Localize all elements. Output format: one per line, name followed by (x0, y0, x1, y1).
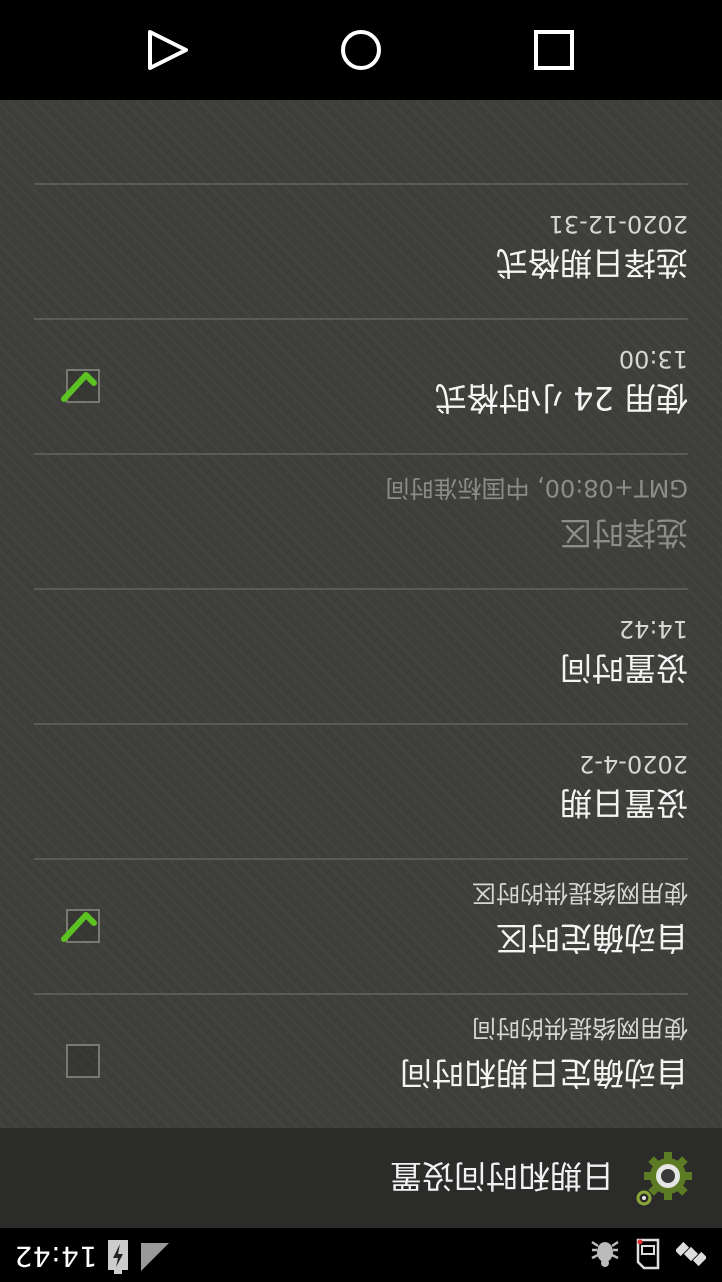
setting-set-time[interactable]: 设置时间 14:42 (34, 588, 688, 723)
settings-list: 自动确定日期和时间 使用网络提供的时间 自动确定时区 使用网络提供的时区 设置日… (0, 100, 722, 1128)
home-icon[interactable] (339, 28, 383, 72)
setting-title: 选择日期格式 (495, 244, 688, 282)
status-bar: 14:42 (0, 1228, 722, 1282)
battery-charging-icon (107, 1240, 129, 1274)
navigation-bar (0, 0, 722, 100)
auto-date-time-checkbox[interactable] (66, 1044, 100, 1079)
24-hour-format-checkbox[interactable] (61, 369, 100, 404)
signal-icon (139, 1241, 171, 1273)
action-bar: 日期和时间设置 (0, 1128, 722, 1228)
notification-icons (588, 1238, 706, 1270)
checkmark-icon (61, 372, 97, 403)
setting-auto-date-time[interactable]: 自动确定日期和时间 使用网络提供的时间 (34, 993, 688, 1128)
setting-date-format[interactable]: 选择日期格式 2020-12-31 (34, 183, 688, 318)
setting-title: 自动确定时区 (495, 919, 688, 957)
setting-24-hour-format[interactable]: 使用 24 小时格式 13:00 (34, 318, 688, 453)
debug-bug-icon (588, 1238, 622, 1270)
setting-title: 设置时间 (559, 649, 688, 687)
device-screen: 14:42 日期和时间设置 自动确定日期和时间 使用网络提供的时间 自动确定时区… (0, 0, 722, 1282)
setting-summary: 14:42 (618, 615, 688, 643)
recents-icon[interactable] (532, 28, 576, 72)
setting-summary: 13:00 (618, 345, 688, 373)
page-title: 日期和时间设置 (389, 1157, 614, 1195)
setting-title: 自动确定日期和时间 (399, 1054, 688, 1092)
setting-title: 使用 24 小时格式 (434, 379, 688, 417)
status-time: 14:42 (14, 1240, 98, 1274)
auto-time-zone-checkbox[interactable] (61, 909, 100, 944)
setting-title: 设置日期 (559, 784, 688, 822)
setting-summary: 2020-4-2 (579, 750, 688, 778)
setting-summary: GMT+08:00, 中国标准时间 (385, 474, 689, 502)
setting-title: 选择时区 (559, 514, 688, 552)
setting-set-date[interactable]: 设置日期 2020-4-2 (34, 723, 688, 858)
satellite-icon (676, 1239, 706, 1269)
system-status: 14:42 (14, 1240, 171, 1274)
sd-card-icon (636, 1238, 662, 1270)
settings-gear-icon[interactable] (632, 1146, 696, 1210)
setting-summary: 使用网络提供的时间 (472, 1014, 688, 1042)
setting-auto-time-zone[interactable]: 自动确定时区 使用网络提供的时区 (34, 858, 688, 993)
setting-select-time-zone: 选择时区 GMT+08:00, 中国标准时间 (34, 453, 688, 588)
setting-summary: 2020-12-31 (548, 210, 688, 238)
checkmark-icon (61, 912, 97, 943)
back-icon[interactable] (146, 28, 190, 72)
setting-summary: 使用网络提供的时区 (472, 879, 688, 907)
